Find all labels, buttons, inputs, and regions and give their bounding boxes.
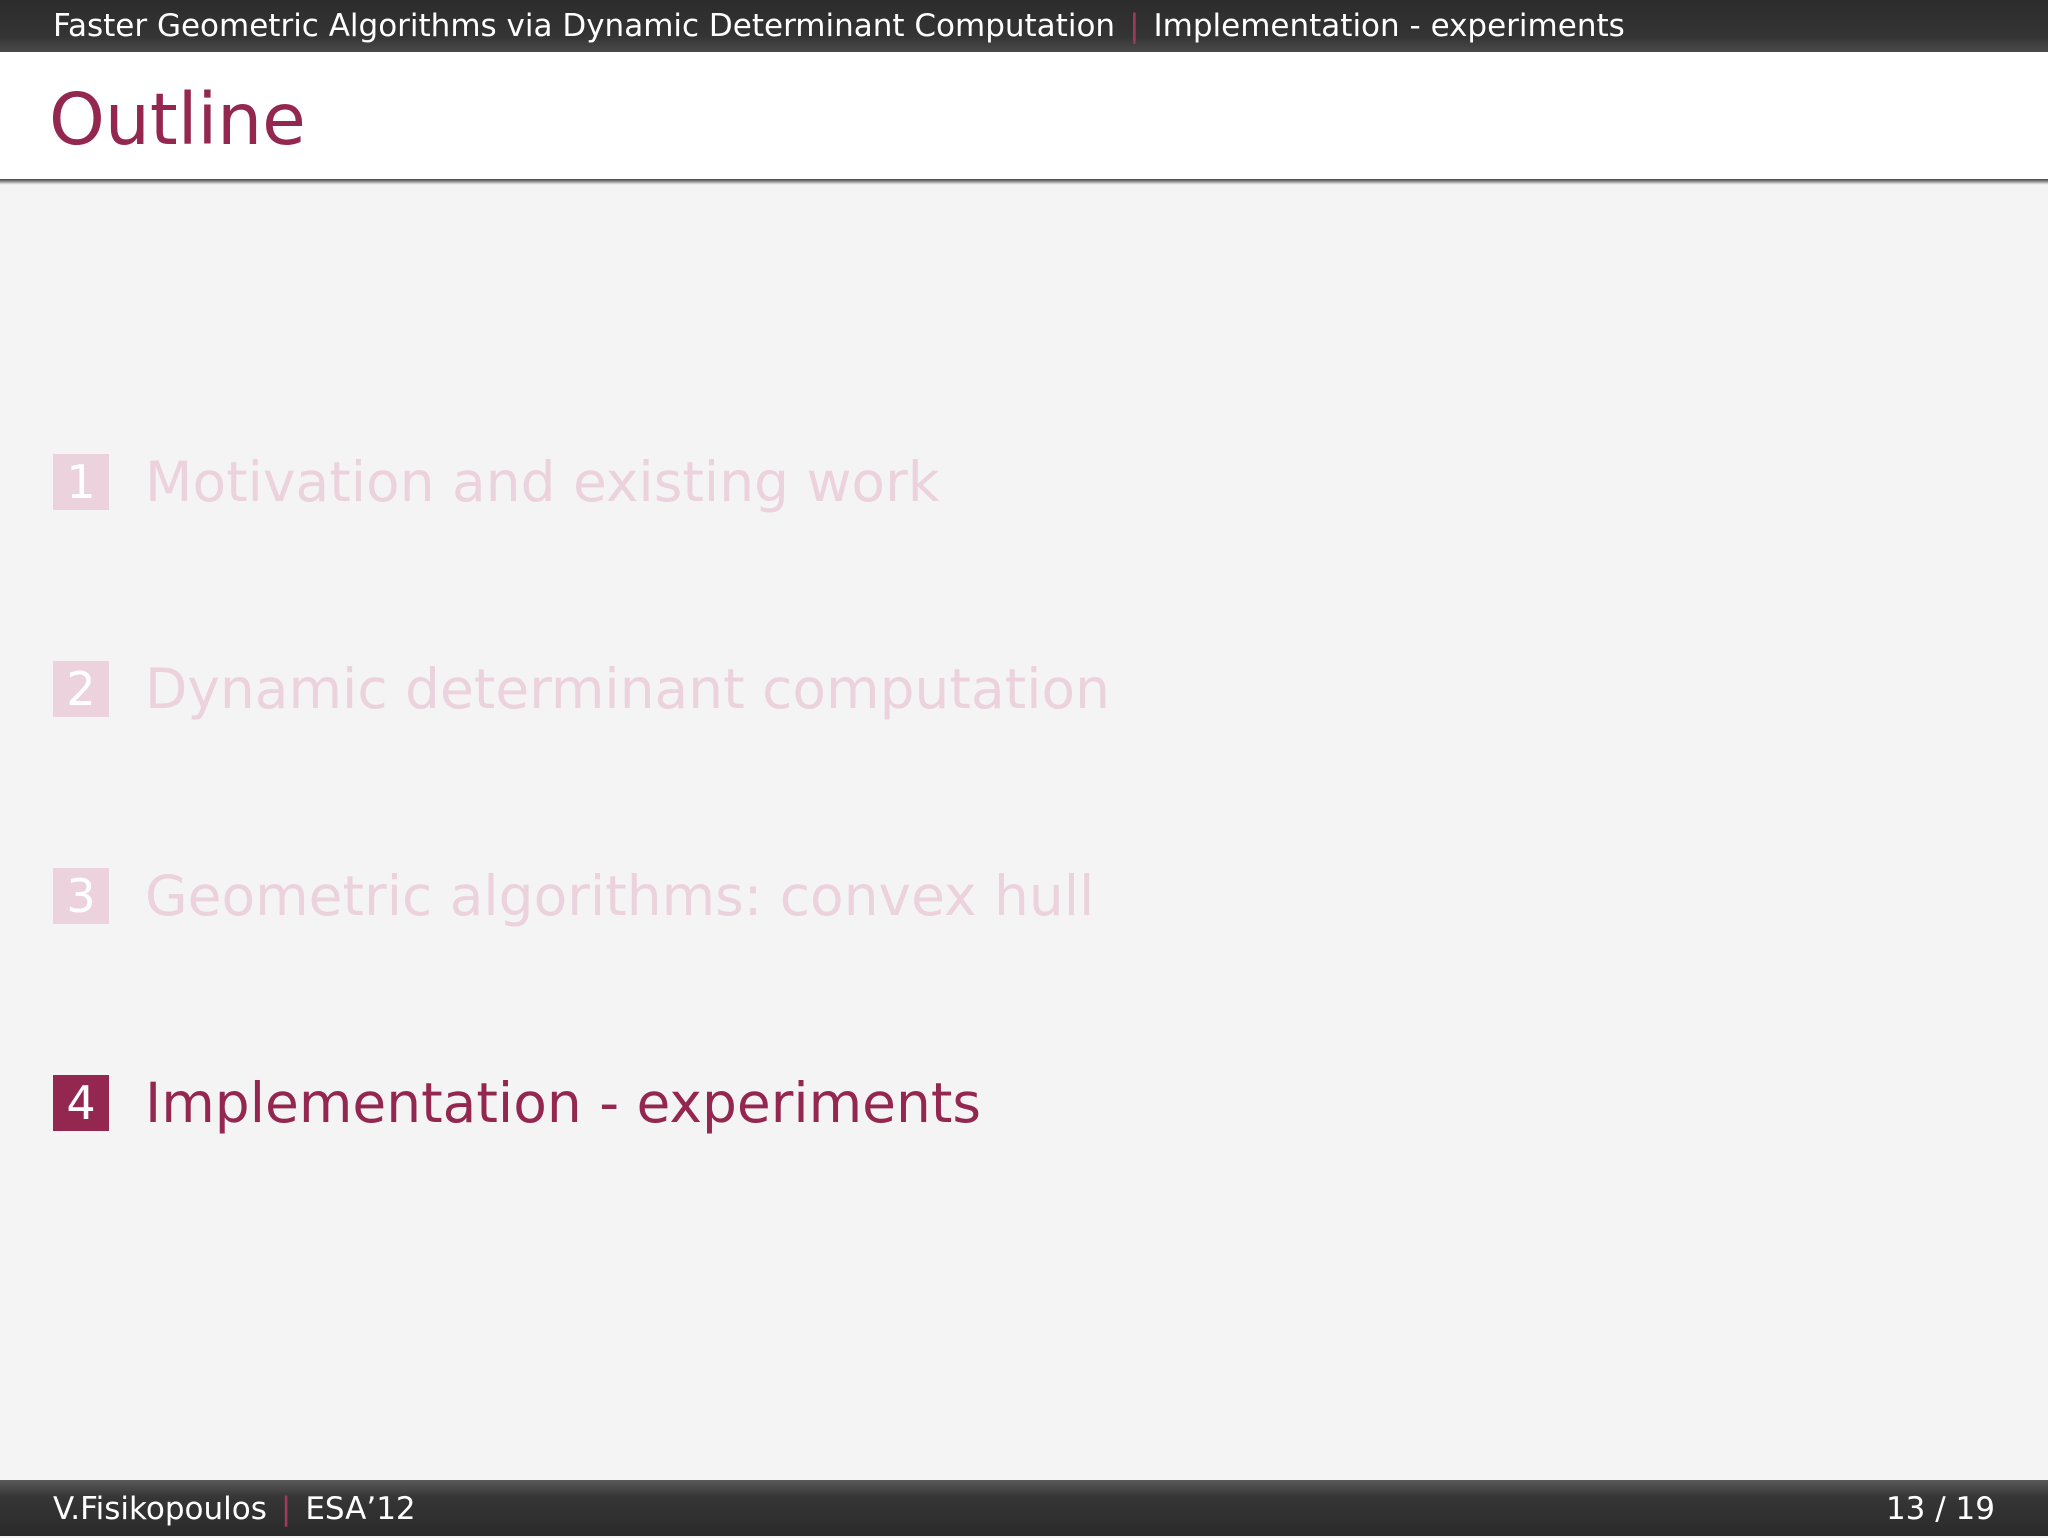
outline-item-label: Motivation and existing work [145,450,940,514]
presentation-title[interactable]: Faster Geometric Algorithms via Dynamic … [53,8,1115,44]
frame-title: Outline [49,78,306,161]
footer-author[interactable]: V.Fisikopoulos [53,1491,267,1527]
outline-item-label: Implementation - experiments [145,1071,982,1135]
outline-item-2[interactable]: 2 Dynamic determinant computation [53,659,1553,719]
footer-venue[interactable]: ESA’12 [305,1491,415,1527]
outline-item-label: Dynamic determinant computation [145,657,1111,721]
outline-item-number: 2 [53,661,109,717]
header-bar: Faster Geometric Algorithms via Dynamic … [0,0,2048,52]
current-section[interactable]: Implementation - experiments [1154,8,1625,44]
frame-title-band [0,52,2048,179]
outline-item-1[interactable]: 1 Motivation and existing work [53,452,1553,512]
footer-info: V.Fisikopoulos | ESA’12 [53,1480,416,1538]
frame-title-divider [0,179,2048,185]
outline-item-number: 1 [53,454,109,510]
outline-item-4[interactable]: 4 Implementation - experiments [53,1073,1553,1133]
outline-item-number: 3 [53,868,109,924]
header-breadcrumb: Faster Geometric Algorithms via Dynamic … [53,0,1625,52]
footer-separator: | [280,1491,292,1527]
outline-item-3[interactable]: 3 Geometric algorithms: convex hull [53,866,1553,926]
outline-item-number: 4 [53,1075,109,1131]
footer-bar: V.Fisikopoulos | ESA’12 13 / 19 [0,1480,2048,1536]
header-separator: | [1129,8,1140,44]
outline-item-label: Geometric algorithms: convex hull [145,864,1095,928]
page-number: 13 / 19 [1885,1491,1995,1527]
